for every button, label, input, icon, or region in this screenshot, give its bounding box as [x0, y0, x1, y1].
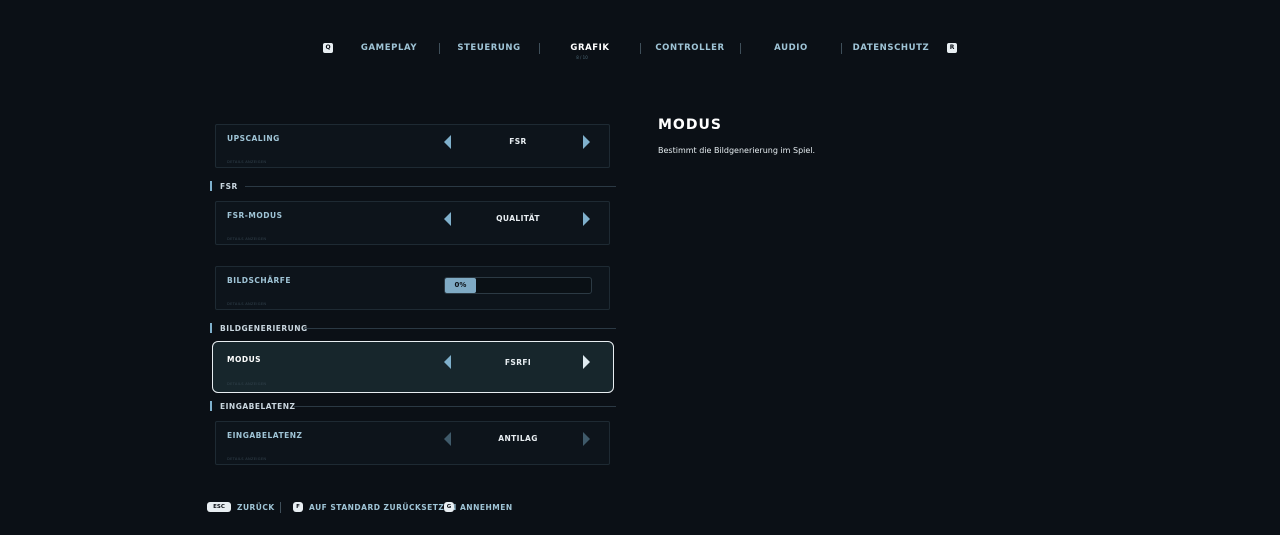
arrow-left-icon[interactable]: [444, 355, 451, 369]
section-marker: [210, 323, 212, 333]
arrow-left-icon[interactable]: [444, 135, 451, 149]
setting-label: BILDSCHÄRFE: [227, 276, 292, 285]
tab-divider: [640, 43, 641, 54]
setting-value: ANTILAG: [498, 434, 538, 443]
section-title: FSR: [220, 182, 238, 191]
f-key-prompt[interactable]: F: [293, 502, 303, 512]
arrow-right-icon[interactable]: [583, 432, 590, 446]
section-divider: [303, 328, 616, 329]
r-key-prompt[interactable]: R: [947, 43, 957, 53]
setting-label: MODUS: [227, 355, 262, 364]
reset-defaults-button[interactable]: AUF STANDARD ZURÜCKSETZEN: [309, 503, 457, 512]
slider-handle[interactable]: 0%: [445, 278, 476, 293]
g-key-prompt[interactable]: G: [444, 502, 454, 512]
section-marker: [210, 401, 212, 411]
setting-hint: DETAILS ANZEIGEN: [227, 237, 267, 241]
section-divider: [294, 406, 616, 407]
setting-value: FSRFI: [504, 358, 532, 367]
section-title: EINGABELATENZ: [220, 402, 296, 411]
arrow-right-icon[interactable]: [583, 135, 590, 149]
tab-divider: [841, 43, 842, 54]
tab-controller[interactable]: CONTROLLER: [655, 43, 724, 53]
tab-divider: [439, 43, 440, 54]
setting-hint: DETAILS ANZEIGEN: [227, 160, 267, 164]
section-marker: [210, 181, 212, 191]
setting-modus[interactable]: MODUS DETAILS ANZEIGEN FSRFI: [212, 341, 614, 393]
q-key-prompt[interactable]: Q: [323, 43, 333, 53]
arrow-left-icon[interactable]: [444, 212, 451, 226]
tab-steuerung[interactable]: STEUERUNG: [457, 43, 520, 53]
sharpness-slider[interactable]: 0%: [444, 277, 592, 294]
accept-button[interactable]: ANNEHMEN: [460, 503, 513, 512]
settings-tab-bar: Q GAMEPLAY STEUERUNG GRAFIK 8 / 10 CONTR…: [0, 41, 1280, 61]
setting-bildschaerfe[interactable]: BILDSCHÄRFE DETAILS ANZEIGEN 0%: [215, 266, 610, 310]
description-text: Bestimmt die Bildgenerierung im Spiel.: [658, 146, 816, 155]
setting-upscaling[interactable]: UPSCALING DETAILS ANZEIGEN FSR: [215, 124, 610, 168]
tab-audio[interactable]: AUDIO: [774, 43, 808, 53]
setting-fsr-modus[interactable]: FSR-MODUS DETAILS ANZEIGEN QUALITÄT: [215, 201, 610, 245]
arrow-right-icon[interactable]: [583, 212, 590, 226]
setting-hint: DETAILS ANZEIGEN: [227, 457, 267, 461]
setting-label: EINGABELATENZ: [227, 431, 303, 440]
tab-grafik[interactable]: GRAFIK: [570, 43, 609, 53]
section-divider: [245, 186, 616, 187]
section-title: BILDGENERIERUNG: [220, 324, 308, 333]
setting-hint: DETAILS ANZEIGEN: [227, 302, 267, 306]
setting-hint: DETAILS ANZEIGEN: [227, 382, 267, 386]
setting-value: QUALITÄT: [496, 214, 540, 223]
tab-gameplay[interactable]: GAMEPLAY: [361, 43, 417, 53]
setting-eingabelatenz[interactable]: EINGABELATENZ DETAILS ANZEIGEN ANTILAG: [215, 421, 610, 465]
tab-divider: [740, 43, 741, 54]
setting-label: UPSCALING: [227, 134, 280, 143]
back-button[interactable]: ZURÜCK: [237, 503, 275, 512]
tab-grafik-page-indicator: 8 / 10: [576, 55, 588, 60]
arrow-left-icon[interactable]: [444, 432, 451, 446]
arrow-right-icon[interactable]: [583, 355, 590, 369]
esc-key-prompt[interactable]: ESC: [207, 502, 231, 512]
footer-divider: [280, 502, 281, 513]
tab-divider: [539, 43, 540, 54]
tab-datenschutz[interactable]: DATENSCHUTZ: [853, 43, 930, 53]
setting-label: FSR-MODUS: [227, 211, 283, 220]
setting-value: FSR: [509, 137, 527, 146]
description-title: MODUS: [658, 117, 722, 133]
